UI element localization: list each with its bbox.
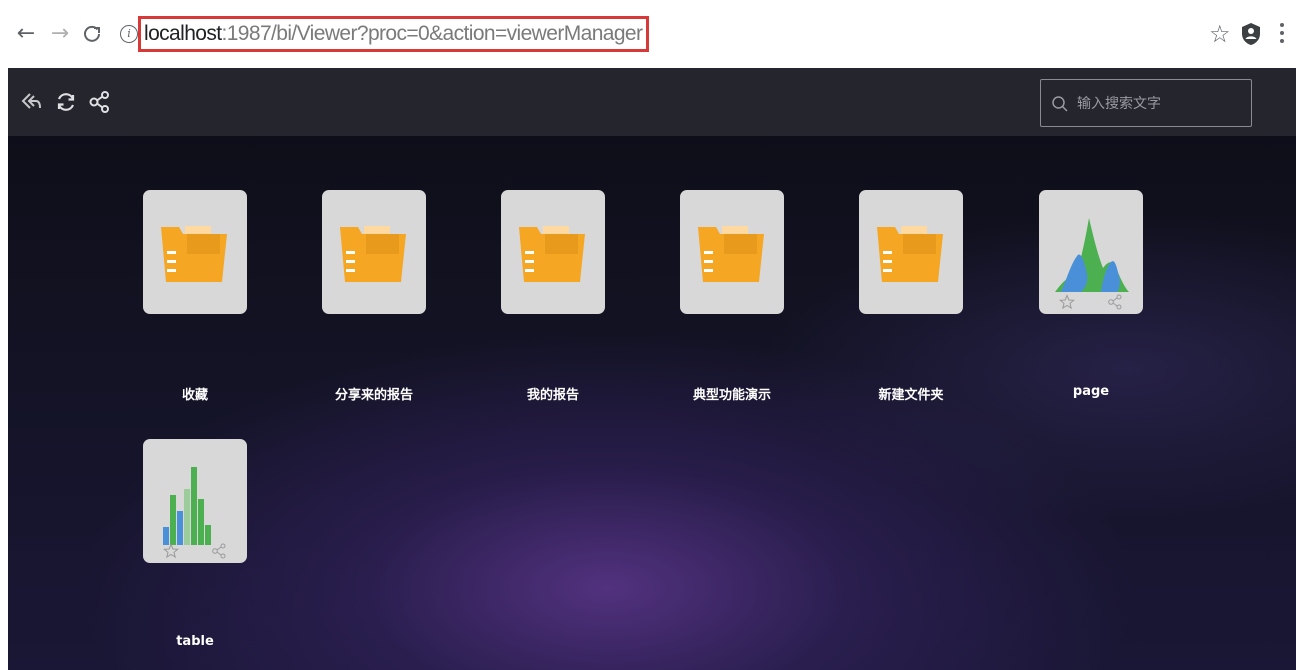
search-box[interactable] (1040, 79, 1252, 127)
profile-icon[interactable] (1240, 22, 1262, 46)
share-icon[interactable] (211, 543, 227, 559)
browser-toolbar: ← → i localhost:1987/bi/Viewer?proc=0&ac… (0, 0, 1296, 68)
back-icon[interactable]: ← (14, 22, 38, 46)
folder-icon (519, 226, 585, 282)
folder-tile-favorites[interactable] (143, 190, 247, 314)
address-bar[interactable]: i localhost:1987/bi/Viewer?proc=0&action… (112, 14, 1212, 54)
browser-menu-icon[interactable] (1278, 20, 1286, 48)
tile-label[interactable]: table (115, 634, 275, 649)
url-host: localhost (144, 22, 222, 45)
bar-chart-icon (163, 467, 211, 545)
refresh-icon[interactable] (54, 90, 78, 114)
tile-label[interactable]: 新建文件夹 (831, 384, 991, 403)
app-toolbar (8, 68, 1296, 136)
info-icon[interactable]: i (120, 25, 138, 43)
back-undo-icon[interactable] (20, 90, 44, 114)
folder-tile-shared-reports[interactable] (322, 190, 426, 314)
tile-label[interactable]: 我的报告 (473, 384, 633, 403)
share-icon[interactable] (88, 90, 112, 114)
viewer-manager: 收藏 分享来的报告 我的报告 (8, 68, 1296, 670)
reload-icon[interactable] (80, 22, 104, 46)
share-icon[interactable] (1107, 294, 1123, 310)
search-icon (1052, 96, 1068, 112)
search-input[interactable] (1075, 80, 1245, 126)
folder-icon (340, 226, 406, 282)
favorite-star-icon[interactable] (163, 543, 179, 559)
folder-tile-new-folder[interactable] (859, 190, 963, 314)
tile-label[interactable]: page (1011, 384, 1171, 399)
folder-tile-my-reports[interactable] (501, 190, 605, 314)
folder-tile-demo[interactable] (680, 190, 784, 314)
folder-icon (161, 226, 227, 282)
tile-label[interactable]: 典型功能演示 (652, 384, 812, 403)
favorite-star-icon[interactable] (1059, 294, 1075, 310)
folder-icon (698, 226, 764, 282)
url-path: :1987/bi/Viewer?proc=0&action=viewerMana… (221, 22, 643, 45)
tile-label[interactable]: 收藏 (115, 384, 275, 403)
bookmark-star-icon[interactable]: ☆ (1209, 22, 1231, 46)
tile-label[interactable]: 分享来的报告 (294, 384, 454, 403)
area-chart-icon (1055, 218, 1129, 292)
forward-icon[interactable]: → (48, 22, 72, 46)
url-field[interactable]: localhost:1987/bi/Viewer?proc=0&action=v… (138, 16, 650, 52)
report-tile-page[interactable] (1039, 190, 1143, 314)
report-tile-table[interactable] (143, 439, 247, 563)
folder-icon (877, 226, 943, 282)
